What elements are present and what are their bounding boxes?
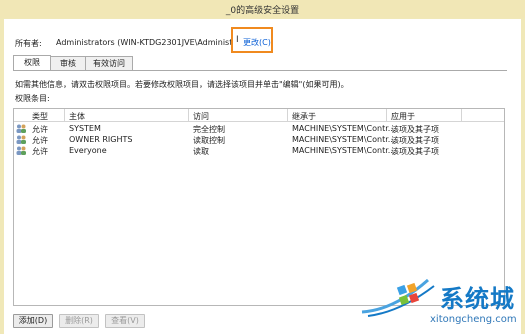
users-icon <box>16 146 26 155</box>
text-cursor-icon: I <box>236 35 239 45</box>
tab-auditing[interactable]: 审核 <box>50 56 86 70</box>
cell-principal: SYSTEM <box>69 124 101 133</box>
tab-divider <box>13 70 507 71</box>
title-bar: _0的高级安全设置 <box>0 0 525 18</box>
cell-applies-to: 该项及其子项 <box>391 147 439 156</box>
watermark-logo-icon <box>361 278 435 317</box>
cell-inherited-from: MACHINE\SYSTEM\Contr... <box>292 124 396 133</box>
users-icon <box>16 135 26 144</box>
highlight-box: I 更改(C) <box>231 27 273 53</box>
cell-inherited-from: MACHINE\SYSTEM\Contr... <box>292 146 396 155</box>
table-header: 类型 主体 访问 继承于 应用于 <box>14 109 504 122</box>
watermark-brand: 系统城 <box>440 285 515 313</box>
column-header-access[interactable]: 访问 <box>193 111 209 122</box>
cell-principal: Everyone <box>69 146 107 155</box>
view-button[interactable]: 查看(V) <box>105 314 145 328</box>
add-button[interactable]: 添加(D) <box>13 314 53 328</box>
tab-permissions[interactable]: 权限 <box>13 55 51 70</box>
cell-access: 读取 <box>193 147 209 156</box>
permission-entries-label: 权限条目: <box>15 94 50 103</box>
column-header-inherited-from[interactable]: 继承于 <box>292 111 316 122</box>
table-row[interactable]: 允许 Everyone 读取 MACHINE\SYSTEM\Contr... 该… <box>14 145 504 156</box>
users-icon <box>16 124 26 133</box>
remove-button[interactable]: 删除(R) <box>59 314 99 328</box>
cell-type: 允许 <box>32 147 48 156</box>
owner-label: 所有者: <box>15 39 42 48</box>
column-header-type[interactable]: 类型 <box>32 111 48 122</box>
permissions-description: 如需其他信息，请双击权限项目。若要修改权限项目，请选择该项目并单击"编辑"(如果… <box>15 80 349 89</box>
change-owner-link[interactable]: 更改(C) <box>243 37 271 48</box>
column-header-principal[interactable]: 主体 <box>69 111 85 122</box>
column-header-applies-to[interactable]: 应用于 <box>391 111 415 122</box>
table-row[interactable]: 允许 SYSTEM 完全控制 MACHINE\SYSTEM\Contr... 该… <box>14 123 504 134</box>
cell-principal: OWNER RIGHTS <box>69 135 133 144</box>
tab-effective-access[interactable]: 有效访问 <box>85 56 133 70</box>
watermark-url: xitongcheng.com <box>430 314 517 325</box>
window-title: _0的高级安全设置 <box>225 6 300 16</box>
owner-value: Administrators (WIN-KTDG2301JVE\Administ… <box>56 38 260 47</box>
table-row[interactable]: 允许 OWNER RIGHTS 读取控制 MACHINE\SYSTEM\Cont… <box>14 134 504 145</box>
cell-inherited-from: MACHINE\SYSTEM\Contr... <box>292 135 396 144</box>
